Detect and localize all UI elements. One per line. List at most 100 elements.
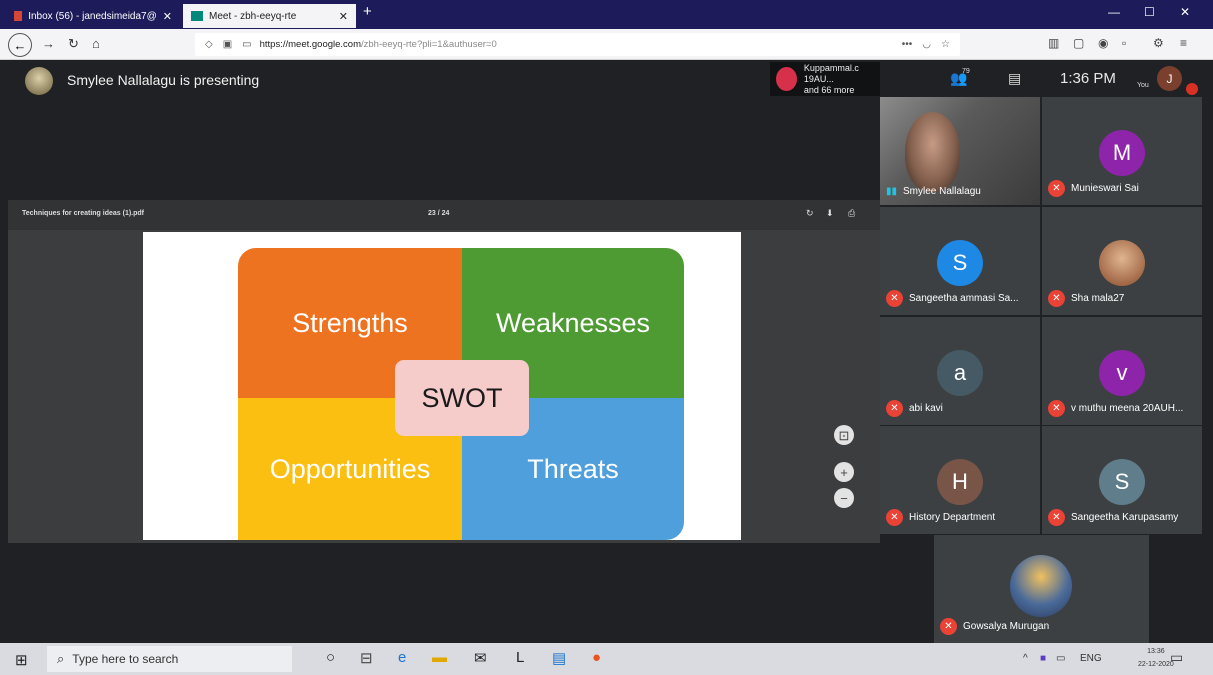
participant-tile[interactable]: S ✕ Sangeetha ammasi Sa... (880, 207, 1040, 315)
participant-tile[interactable]: v ✕ v muthu meena 20AUH... (1042, 317, 1202, 425)
mute-badge-icon (1186, 83, 1198, 95)
people-count: 79 (962, 68, 970, 75)
participant-tile[interactable]: a ✕ abi kavi (880, 317, 1040, 425)
reload-icon[interactable]: ↻ (68, 36, 79, 52)
windows-start-icon[interactable]: ⊞ (15, 651, 28, 669)
mic-off-icon: ✕ (940, 618, 957, 635)
mic-off-icon: ✕ (1048, 509, 1065, 526)
app-icon[interactable]: ▤ (552, 649, 566, 667)
close-icon[interactable]: ✕ (339, 10, 348, 23)
new-tab-button[interactable]: + (363, 3, 372, 20)
windows-taskbar: ⊞ ⌕ Type here to search ○ ⊟ e ▬ ✉ L ▤ ● … (0, 643, 1213, 675)
chat-icon[interactable]: ▤ (1008, 70, 1021, 87)
more-icon[interactable]: ••• (902, 39, 913, 50)
firefox-icon[interactable]: ● (592, 649, 601, 666)
cortana-icon[interactable]: ○ (326, 649, 335, 666)
library-icon[interactable]: ▥ (1048, 36, 1059, 50)
tab-meet[interactable]: Meet - zbh-eeyq-rte ✕ (183, 4, 356, 28)
speaking-icon: ▮▮ (886, 186, 898, 197)
tab-gmail[interactable]: Inbox (56) - janedsimeida7@ ✕ (6, 4, 180, 28)
restore-button[interactable]: ☐ (1144, 5, 1155, 19)
extension-icon[interactable]: ▫ (1122, 36, 1126, 50)
chevron-up-icon[interactable]: ^ (1023, 653, 1028, 664)
mic-off-icon: ✕ (1048, 180, 1065, 197)
slide: Strengths Weaknesses Opportunities Threa… (143, 232, 741, 540)
pocket-icon[interactable]: ◡ (922, 39, 931, 50)
meeting-clock: 1:36 PM (1060, 70, 1116, 87)
zoom-in-icon[interactable]: + (834, 462, 854, 482)
address-bar[interactable]: ◇ ▣ ▭ https://meet.google.com/zbh-eeyq-r… (195, 33, 960, 56)
gmail-icon (14, 11, 23, 21)
battery-icon[interactable]: ▭ (1056, 653, 1065, 664)
avatar (776, 67, 797, 91)
forward-button[interactable]: → (42, 36, 55, 51)
self-avatar[interactable]: J (1157, 66, 1182, 91)
search-icon: ⌕ (57, 651, 65, 666)
browser-nav-bar: ← → ↻ ⌂ ◇ ▣ ▭ https://meet.google.com/zb… (0, 29, 1213, 60)
minimize-button[interactable]: — (1108, 5, 1120, 19)
taskbar-search[interactable]: ⌕ Type here to search (47, 646, 292, 672)
tray-app-icon[interactable]: ■ (1040, 653, 1046, 664)
pdf-toolbar: Techniques for creating ideas (1).pdf 23… (8, 200, 880, 230)
avatar: a (937, 350, 983, 396)
participant-name: History Department (909, 512, 996, 523)
url-text: https://meet.google.com/zbh-eeyq-rte?pli… (259, 39, 497, 50)
participant-tile[interactable]: ✕ Sha mala27 (1042, 207, 1202, 315)
menu-icon[interactable]: ≡ (1180, 36, 1187, 50)
fit-page-icon[interactable]: ⊡ (834, 425, 854, 445)
participant-name: Sha mala27 (1071, 293, 1125, 304)
file-explorer-icon[interactable]: ▬ (432, 649, 447, 666)
meet-app: Smylee Nallalagu is presenting Kuppammal… (0, 60, 1213, 643)
download-icon[interactable]: ⬇ (826, 208, 834, 219)
participant-tile[interactable]: ▮▮ Smylee Nallalagu (880, 97, 1040, 205)
avatar: S (1099, 459, 1145, 505)
avatar (1099, 240, 1145, 286)
system-date: 22-12-2020 (1138, 661, 1174, 668)
bookmark-star-icon[interactable]: ☆ (941, 39, 950, 50)
participant-name: Sangeetha Karupasamy (1071, 512, 1179, 523)
task-view-icon[interactable]: ⊟ (360, 649, 373, 667)
participant-name: Gowsalya Murugan (963, 621, 1050, 632)
notification-center-icon[interactable]: ▭ (1170, 649, 1183, 666)
participant-tile[interactable]: M ✕ Munieswari Sai (1042, 97, 1202, 205)
browser-tab-strip: Inbox (56) - janedsimeida7@ ✕ Meet - zbh… (0, 0, 1213, 29)
sidebar-icon[interactable]: ▢ (1073, 36, 1084, 50)
back-button[interactable]: ← (8, 33, 32, 57)
tab-meet-label: Meet - zbh-eeyq-rte (209, 10, 297, 22)
meet-icon (191, 11, 203, 21)
tab-gmail-label: Inbox (56) - janedsimeida7@ (28, 10, 157, 22)
camera-icon: ▭ (242, 39, 252, 50)
notification-line: Kuppammal.c 19AU... (803, 62, 859, 84)
pdf-page-indicator: 23 / 24 (428, 210, 450, 217)
participant-tile[interactable]: S ✕ Sangeetha Karupasamy (1042, 426, 1202, 534)
extension-icon[interactable]: ◉ (1098, 36, 1108, 50)
lock-icon: ▣ (222, 39, 233, 50)
app-l-icon[interactable]: L (516, 649, 524, 666)
rotate-icon[interactable]: ↻ (806, 208, 814, 219)
presentation-viewer: Techniques for creating ideas (1).pdf 23… (8, 200, 880, 543)
extensions-icon[interactable]: ⚙ (1153, 36, 1164, 50)
participant-video (905, 112, 960, 192)
avatar: S (937, 240, 983, 286)
mic-off-icon: ✕ (886, 400, 903, 417)
edge-icon[interactable]: e (398, 649, 406, 666)
close-window-button[interactable]: ✕ (1180, 5, 1190, 19)
avatar: v (1099, 350, 1145, 396)
mic-off-icon: ✕ (886, 290, 903, 307)
close-icon[interactable]: ✕ (163, 10, 172, 23)
mic-off-icon: ✕ (886, 509, 903, 526)
zoom-out-icon[interactable]: − (834, 488, 854, 508)
participant-name: abi kavi (909, 403, 943, 414)
mail-icon[interactable]: ✉ (474, 649, 487, 667)
participant-tile[interactable]: ✕ Gowsalya Murugan (934, 535, 1149, 643)
print-icon[interactable]: ⎙ (848, 208, 855, 219)
system-clock[interactable]: 13:36 22-12-2020 (1138, 645, 1174, 671)
participant-name: v muthu meena 20AUH... (1071, 403, 1184, 414)
join-notification[interactable]: Kuppammal.c 19AU... and 66 more (770, 62, 880, 96)
avatar: H (937, 459, 983, 505)
avatar: M (1099, 130, 1145, 176)
search-placeholder: Type here to search (72, 652, 179, 666)
participant-tile[interactable]: H ✕ History Department (880, 426, 1040, 534)
language-indicator[interactable]: ENG (1080, 653, 1102, 664)
home-icon[interactable]: ⌂ (92, 36, 100, 51)
